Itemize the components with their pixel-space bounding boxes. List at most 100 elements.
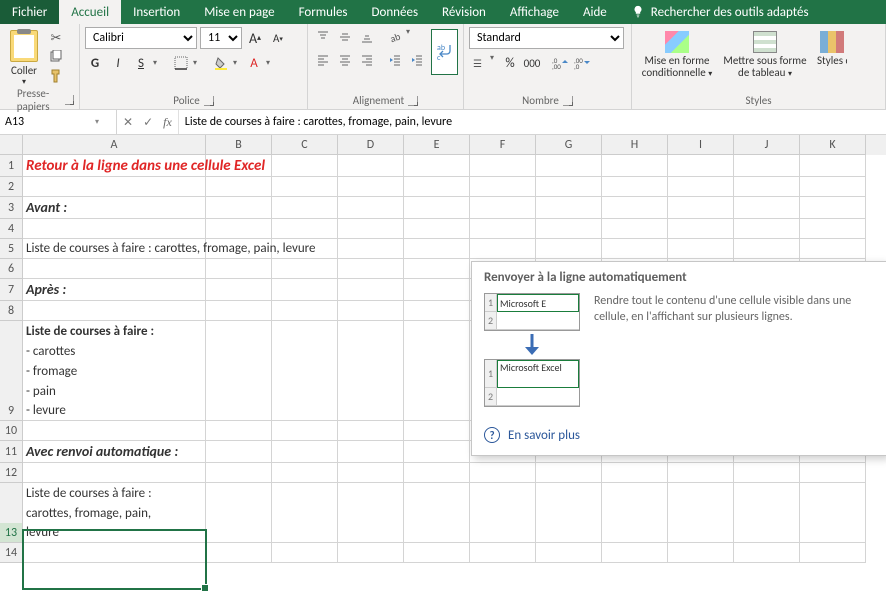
col-header-a[interactable]: A — [23, 135, 206, 155]
cell[interactable] — [668, 543, 734, 563]
cell[interactable] — [404, 441, 470, 463]
cell[interactable] — [206, 361, 272, 381]
tab-home[interactable]: Accueil — [59, 0, 121, 24]
col-header-e[interactable]: E — [404, 135, 470, 155]
cell[interactable] — [272, 421, 338, 441]
cell[interactable] — [536, 177, 602, 197]
cell[interactable] — [338, 421, 404, 441]
alignment-dialog-launcher[interactable] — [408, 96, 418, 106]
row-header[interactable]: 7 — [0, 279, 23, 301]
cell[interactable] — [272, 543, 338, 563]
cell[interactable] — [404, 341, 470, 361]
cell[interactable] — [404, 239, 470, 259]
row-header[interactable] — [0, 321, 23, 341]
cell[interactable] — [206, 301, 272, 321]
cell[interactable] — [338, 401, 404, 421]
cell[interactable]: Liste de courses à faire : — [23, 321, 206, 341]
worksheet[interactable]: A B C D E F G H I J K 1Retour à la ligne… — [0, 135, 886, 611]
format-as-table-button[interactable]: Mettre sous forme de tableau ▾ — [719, 29, 811, 82]
italic-button[interactable]: I — [108, 53, 128, 73]
col-header-d[interactable]: D — [338, 135, 404, 155]
cell[interactable] — [338, 523, 404, 543]
cell[interactable] — [734, 219, 800, 239]
cell[interactable] — [404, 301, 470, 321]
cell[interactable] — [734, 197, 800, 219]
cell[interactable] — [206, 279, 272, 301]
cell[interactable] — [206, 197, 272, 219]
accounting-format-button[interactable]: ☰ — [469, 53, 489, 73]
shrink-font-button[interactable]: A▾ — [268, 28, 288, 48]
cell[interactable] — [470, 177, 536, 197]
chevron-down-icon[interactable]: ▾ — [193, 58, 201, 68]
cell[interactable] — [206, 341, 272, 361]
cell[interactable]: - levure — [23, 401, 206, 421]
cell[interactable] — [668, 483, 734, 503]
cell[interactable] — [272, 197, 338, 219]
cell[interactable]: - fromage — [23, 361, 206, 381]
cell[interactable] — [668, 463, 734, 483]
cell[interactable] — [23, 219, 206, 239]
cell[interactable] — [338, 301, 404, 321]
cell[interactable] — [404, 197, 470, 219]
cell[interactable] — [272, 463, 338, 483]
cell[interactable] — [404, 421, 470, 441]
cell[interactable] — [272, 279, 338, 301]
row-header[interactable]: 11 — [0, 441, 23, 463]
cell[interactable] — [338, 341, 404, 361]
enter-formula-button[interactable]: ✓ — [143, 115, 153, 130]
font-color-button[interactable]: A — [244, 53, 264, 73]
cell[interactable]: Liste de courses à faire : — [23, 483, 206, 503]
cell[interactable] — [602, 503, 668, 523]
row-header[interactable]: 13 — [0, 523, 23, 543]
chevron-down-icon[interactable]: ▾ — [406, 27, 414, 47]
cell[interactable] — [338, 483, 404, 503]
cell[interactable] — [23, 259, 206, 279]
cell[interactable] — [206, 463, 272, 483]
align-center-button[interactable] — [335, 50, 355, 70]
cell[interactable] — [206, 421, 272, 441]
cell[interactable] — [734, 177, 800, 197]
cell[interactable] — [800, 483, 866, 503]
cell[interactable] — [338, 503, 404, 523]
cell[interactable] — [206, 483, 272, 503]
wrap-text-button[interactable]: abc — [431, 29, 458, 75]
cell[interactable] — [404, 503, 470, 523]
underline-button[interactable]: S — [131, 53, 151, 73]
row-header[interactable] — [0, 381, 23, 401]
row-header[interactable] — [0, 503, 23, 523]
tab-file[interactable]: Fichier — [0, 0, 59, 24]
cell[interactable] — [734, 543, 800, 563]
cell[interactable] — [272, 177, 338, 197]
cancel-formula-button[interactable]: ✕ — [123, 115, 133, 130]
cell[interactable] — [602, 463, 668, 483]
cell[interactable] — [536, 483, 602, 503]
tooltip-learn-more-link[interactable]: ? En savoir plus — [484, 427, 874, 443]
cell[interactable] — [206, 441, 272, 463]
align-right-button[interactable] — [357, 50, 377, 70]
cell[interactable] — [404, 463, 470, 483]
cell[interactable] — [272, 441, 338, 463]
cell[interactable] — [800, 523, 866, 543]
row-header[interactable]: 5 — [0, 239, 23, 259]
cell[interactable] — [272, 483, 338, 503]
cell[interactable] — [800, 177, 866, 197]
cell[interactable] — [602, 239, 668, 259]
increase-decimal-button[interactable]: ,0,00 — [550, 53, 570, 73]
cell[interactable] — [404, 321, 470, 341]
cell[interactable] — [800, 155, 866, 177]
decrease-decimal-button[interactable]: ,00,0 — [572, 53, 592, 73]
row-header[interactable]: 4 — [0, 219, 23, 239]
cell[interactable] — [668, 177, 734, 197]
cell[interactable] — [272, 341, 338, 361]
cell[interactable]: Avec renvoi automatique : — [23, 441, 206, 463]
paste-button[interactable]: Coller ▾ — [5, 27, 43, 87]
cell[interactable] — [470, 219, 536, 239]
cell[interactable] — [602, 177, 668, 197]
cell[interactable] — [272, 301, 338, 321]
col-header-j[interactable]: J — [734, 135, 800, 155]
cell[interactable] — [338, 463, 404, 483]
align-top-button[interactable] — [313, 27, 333, 47]
cell[interactable] — [272, 259, 338, 279]
tab-help[interactable]: Aide — [571, 0, 619, 24]
tab-insert[interactable]: Insertion — [121, 0, 192, 24]
